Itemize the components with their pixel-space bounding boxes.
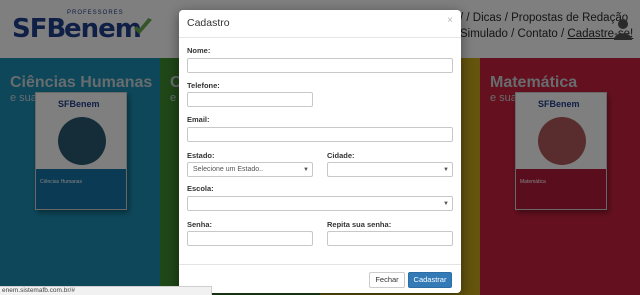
- modal-footer: Fechar Cadastrar: [179, 264, 461, 293]
- chevron-down-icon: ▼: [303, 167, 309, 173]
- estado-select-value: Selecione um Estado..: [193, 166, 264, 173]
- chevron-down-icon: ▼: [443, 201, 449, 207]
- chevron-down-icon: ▼: [443, 167, 449, 173]
- nome-label: Nome:: [187, 46, 211, 55]
- cidade-select[interactable]: ▼: [327, 162, 453, 177]
- repita-senha-label: Repita sua senha:: [327, 220, 392, 229]
- email-label: Email:: [187, 115, 210, 124]
- estado-label: Estado:: [187, 151, 215, 160]
- senha-input[interactable]: [187, 231, 313, 246]
- cidade-label: Cidade:: [327, 151, 355, 160]
- senha-label: Senha:: [187, 220, 213, 229]
- telefone-input[interactable]: [187, 92, 313, 107]
- nome-input[interactable]: [187, 58, 453, 73]
- estado-select[interactable]: Selecione um Estado.. ▼: [187, 162, 313, 177]
- modal-title: Cadastro: [187, 17, 230, 29]
- status-bar-url: enem.sistemafb.com.br/#: [0, 286, 212, 295]
- telefone-label: Telefone:: [187, 81, 220, 90]
- modal-header: Cadastro ×: [179, 10, 461, 38]
- repita-senha-input[interactable]: [327, 231, 453, 246]
- escola-select[interactable]: ▼: [187, 196, 453, 211]
- escola-label: Escola:: [187, 184, 214, 193]
- email-input[interactable]: [187, 127, 453, 142]
- cadastrar-button[interactable]: Cadastrar: [408, 272, 452, 288]
- fechar-button[interactable]: Fechar: [369, 272, 405, 288]
- cadastro-modal: Cadastro × Nome: Telefone: Email: Estado…: [179, 10, 461, 293]
- close-icon[interactable]: ×: [447, 15, 453, 26]
